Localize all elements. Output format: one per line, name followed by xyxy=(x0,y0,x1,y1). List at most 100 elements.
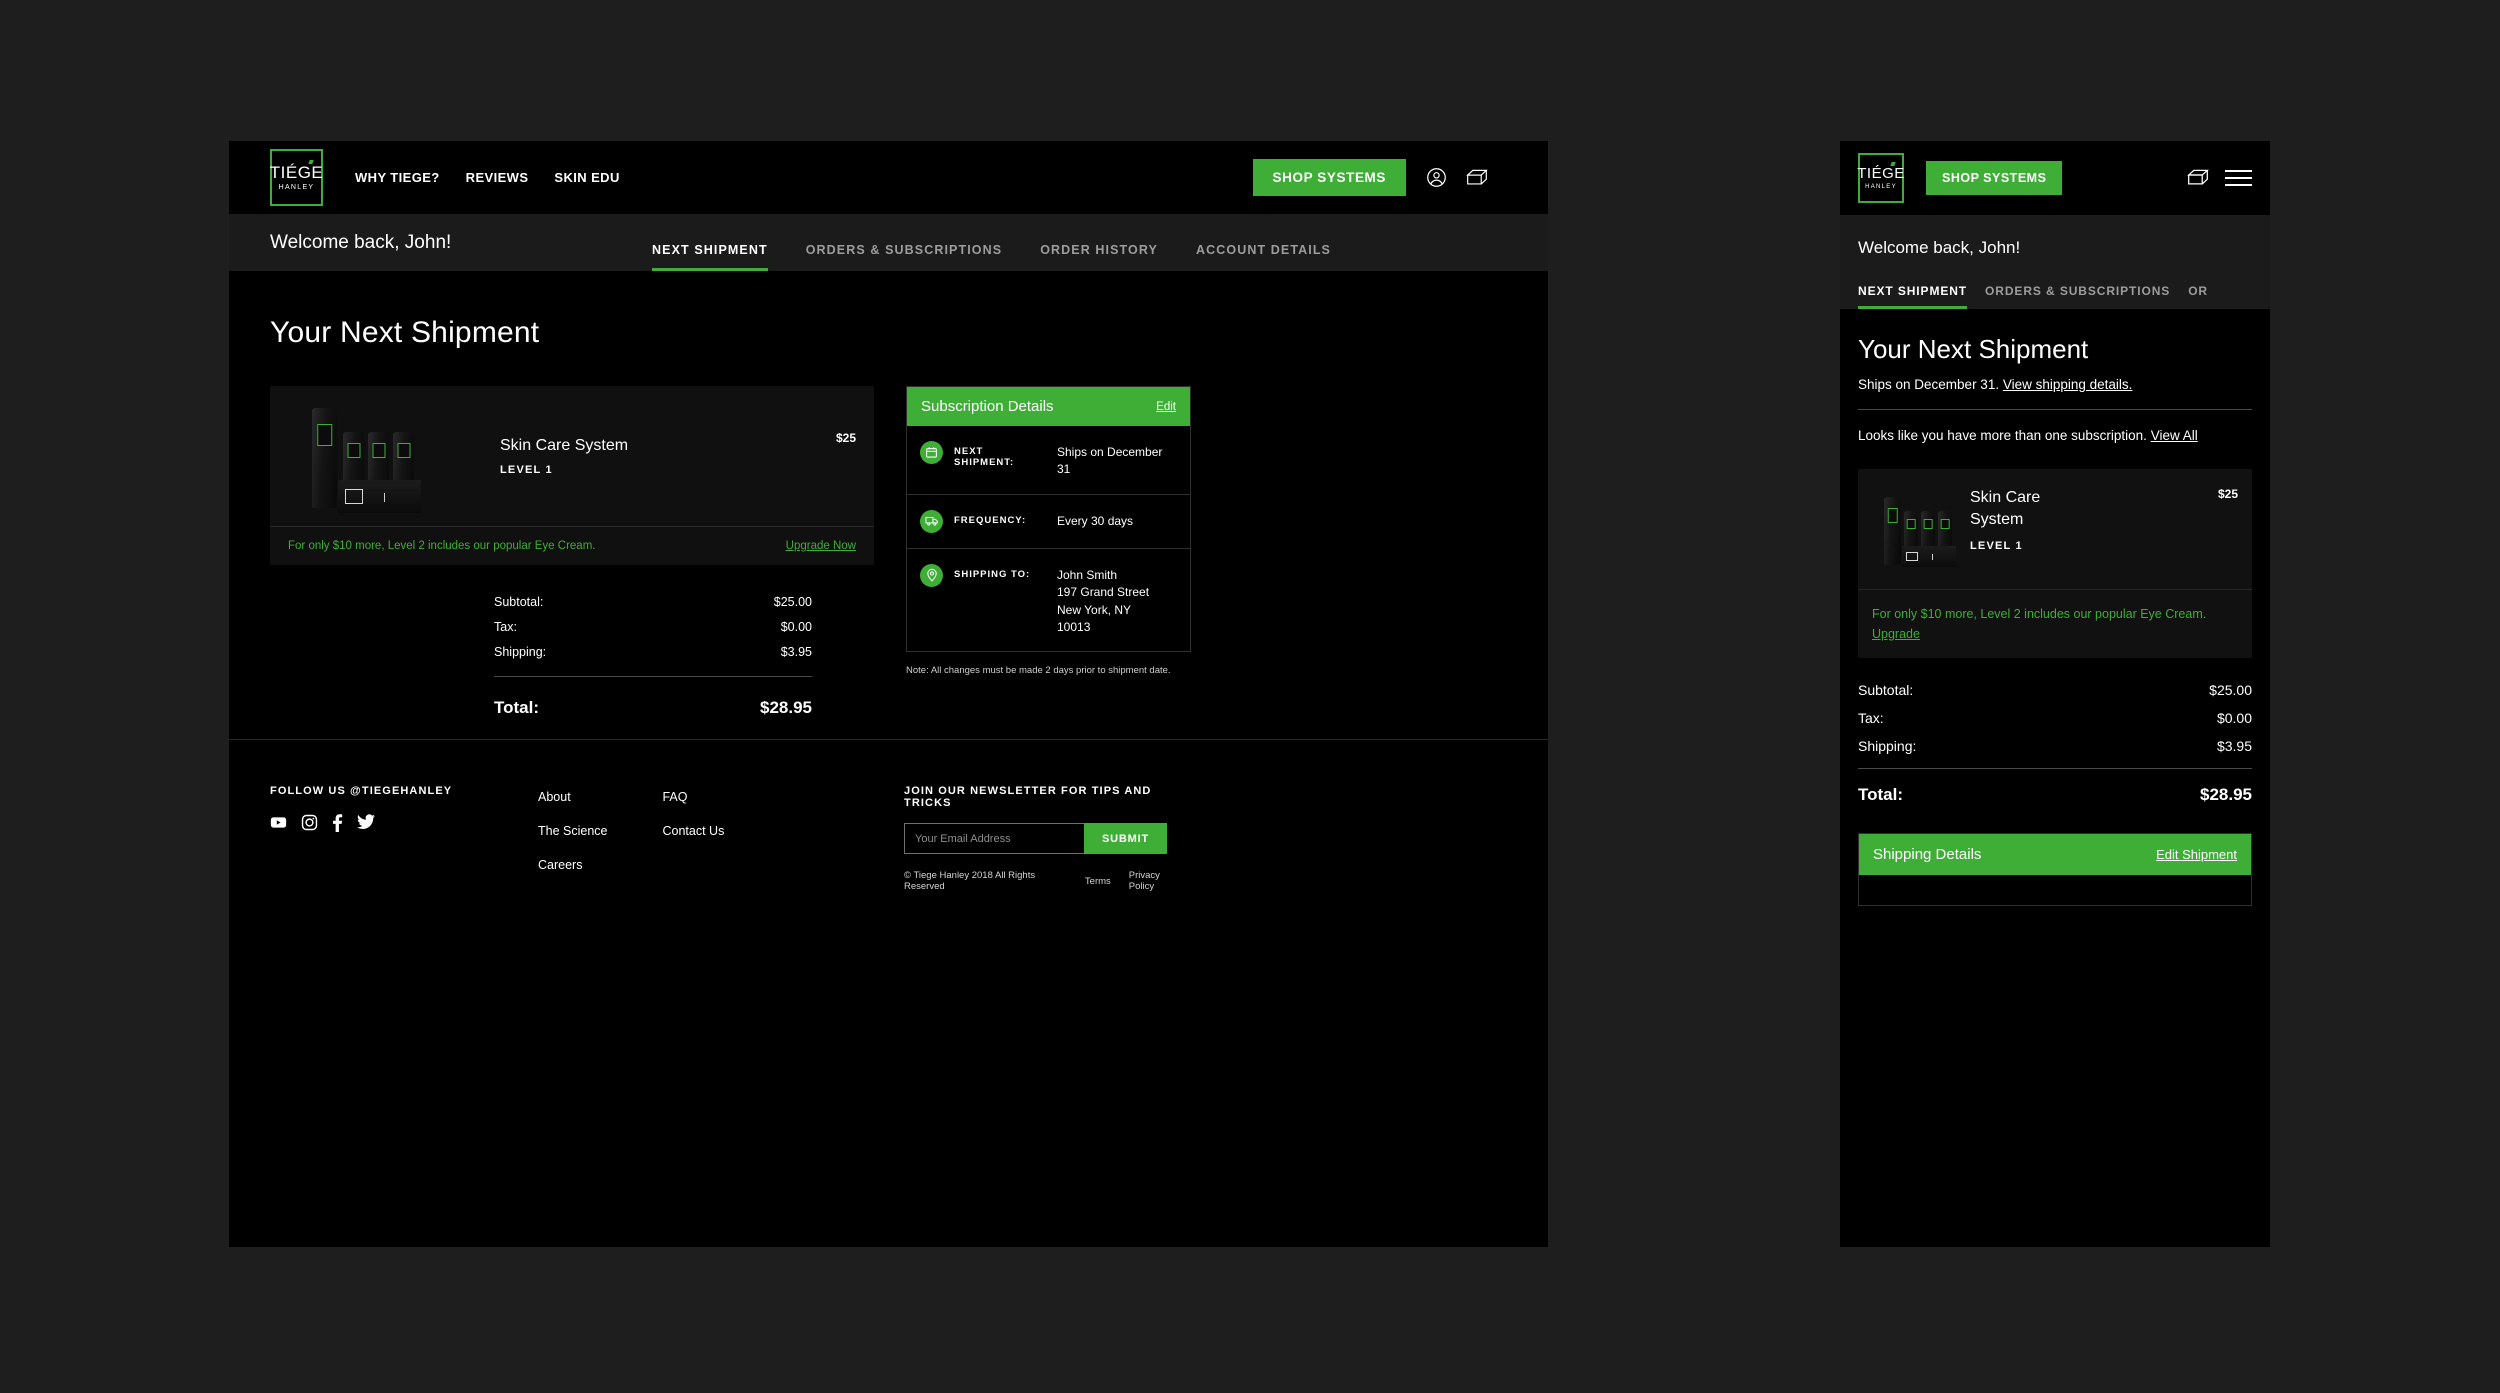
footer-links-column-2: FAQ Contact Us xyxy=(662,788,724,892)
upsell-text: For only $10 more, Level 2 includes our … xyxy=(288,540,596,552)
privacy-policy-link[interactable]: Privacy Policy xyxy=(1129,870,1184,892)
totals-row-subtotal: Subtotal: $25.00 xyxy=(494,595,812,609)
submit-button[interactable]: SUBMIT xyxy=(1084,823,1167,854)
terms-link[interactable]: Terms xyxy=(1085,876,1111,887)
mobile-totals-divider xyxy=(1858,767,2252,769)
list-item: About xyxy=(538,788,607,806)
subscription-details-panel: Subscription Details Edit NEXT SHIPMENT: xyxy=(906,386,1191,653)
copyright-text: © Tiege Hanley 2018 All Rights Reserved xyxy=(904,870,1036,892)
account-subnav: Welcome back, John! NEXT SHIPMENT ORDERS… xyxy=(229,214,1548,271)
totals-divider xyxy=(494,676,812,677)
mobile-shipping-panel-body xyxy=(1859,874,2251,905)
list-item: Contact Us xyxy=(662,822,724,840)
footer-link-the-science[interactable]: The Science xyxy=(538,824,607,838)
subscription-row-frequency: FREQUENCY: Every 30 days xyxy=(907,495,1190,549)
hamburger-menu-icon[interactable] xyxy=(2225,170,2252,186)
facebook-icon[interactable] xyxy=(332,814,343,837)
nav-item-skin-edu[interactable]: SKIN EDU xyxy=(554,170,619,185)
edit-shipment-link[interactable]: Edit Shipment xyxy=(2156,847,2237,862)
view-all-link[interactable]: View All xyxy=(2151,428,2198,443)
mobile-tab-order-history-truncated[interactable]: OR xyxy=(2188,284,2208,309)
mobile-product-level: LEVEL 1 xyxy=(1970,540,2023,553)
nav-item-why-tiege[interactable]: WHY TIEGE? xyxy=(355,170,440,185)
mobile-upgrade-link[interactable]: Upgrade xyxy=(1872,627,1920,641)
mobile-ships-text: Ships on December 31. xyxy=(1858,377,2000,392)
account-icon[interactable] xyxy=(1425,167,1447,189)
nav-item-reviews[interactable]: REVIEWS xyxy=(466,170,529,185)
shipping-label: Shipping: xyxy=(494,645,547,659)
product-image xyxy=(270,396,500,516)
product-level: LEVEL 1 xyxy=(500,463,553,476)
footer-links: About The Science Careers FAQ Contact Us xyxy=(538,785,904,892)
mobile-brand-logo[interactable]: TIÉGE HANLEY xyxy=(1857,153,1904,203)
product-price: $25 xyxy=(835,431,856,445)
twitter-icon[interactable] xyxy=(357,814,375,837)
subscription-row-next-shipment: NEXT SHIPMENT: Ships on December 31 xyxy=(907,426,1190,495)
mobile-total-value: $28.95 xyxy=(2200,784,2252,804)
subscription-column: Subscription Details Edit NEXT SHIPMENT: xyxy=(906,386,1191,676)
list-item: Careers xyxy=(538,856,607,874)
shipping-to-label: SHIPPING TO: xyxy=(954,568,1031,580)
mobile-product-upsell: For only $10 more, Level 2 includes our … xyxy=(1858,588,2252,658)
totals-row-total: Total: $28.95 xyxy=(494,698,812,718)
list-item: The Science xyxy=(538,822,607,840)
footer-link-contact-us[interactable]: Contact Us xyxy=(662,824,724,838)
map-pin-icon xyxy=(920,563,943,587)
box-icon[interactable] xyxy=(1466,167,1488,189)
footer-newsletter: JOIN OUR NEWSLETTER FOR TIPS AND TRICKS … xyxy=(904,785,1184,892)
order-totals: Subtotal: $25.00 Tax: $0.00 Shipping: $3… xyxy=(494,595,812,718)
mobile-shipping-label: Shipping: xyxy=(1858,737,1917,754)
youtube-icon[interactable] xyxy=(270,814,287,837)
total-label: Total: xyxy=(494,698,540,717)
footer-social-icons xyxy=(270,814,538,837)
tab-order-history[interactable]: ORDER HISTORY xyxy=(1040,221,1158,271)
footer-links-column-1: About The Science Careers xyxy=(538,788,607,892)
footer-link-careers[interactable]: Careers xyxy=(538,858,582,872)
mobile-totals-row-tax: Tax: $0.00 xyxy=(1858,710,2252,726)
mobile-shipping-panel-title: Shipping Details xyxy=(1873,845,1982,863)
desktop-main-content: Your Next Shipment Skin Care System LEVE… xyxy=(229,271,1548,739)
edit-subscription-link[interactable]: Edit xyxy=(1156,401,1176,413)
desktop-footer: FOLLOW US @TIEGEHANLEY About The Science… xyxy=(229,739,1548,892)
product-card: Skin Care System LEVEL 1 $25 For only $1… xyxy=(270,386,874,565)
mobile-page-title: Your Next Shipment xyxy=(1858,334,2089,364)
mobile-subtotal-value: $25.00 xyxy=(2209,681,2252,698)
mobile-product-image xyxy=(1872,491,1960,567)
product-name: Skin Care System xyxy=(500,436,629,454)
mobile-totals-row-total: Total: $28.95 xyxy=(1858,785,2252,805)
mobile-tax-value: $0.00 xyxy=(2216,709,2252,726)
subtotal-label: Subtotal: xyxy=(494,595,544,609)
tab-orders-subscriptions[interactable]: ORDERS & SUBSCRIPTIONS xyxy=(806,221,1002,271)
page-title: Your Next Shipment xyxy=(270,316,540,349)
mobile-shop-systems-button[interactable]: SHOP SYSTEMS xyxy=(1926,161,2063,195)
tab-next-shipment[interactable]: NEXT SHIPMENT xyxy=(652,221,768,271)
mobile-subtotal-label: Subtotal: xyxy=(1858,681,1914,698)
mobile-product-card: Skin Care System LEVEL 1 $25 For only $1… xyxy=(1858,468,2252,658)
instagram-icon[interactable] xyxy=(301,814,318,837)
upgrade-now-link[interactable]: Upgrade Now xyxy=(786,540,856,552)
list-item: FAQ xyxy=(662,788,724,806)
next-shipment-value: Ships on December 31 xyxy=(1057,445,1163,477)
shipping-to-address: John Smith 197 Grand Street New York, NY… xyxy=(1057,567,1150,634)
shop-systems-button[interactable]: SHOP SYSTEMS xyxy=(1252,159,1406,196)
mobile-totals-row-shipping: Shipping: $3.95 xyxy=(1858,738,2252,754)
header-actions: SHOP SYSTEMS xyxy=(1252,159,1488,196)
email-field[interactable] xyxy=(904,823,1084,854)
view-shipping-details-link[interactable]: View shipping details. xyxy=(2003,377,2133,392)
totals-row-shipping: Shipping: $3.95 xyxy=(494,645,812,659)
tab-account-details[interactable]: ACCOUNT DETAILS xyxy=(1196,221,1331,271)
tax-value: $0.00 xyxy=(780,620,812,634)
mobile-tab-next-shipment[interactable]: NEXT SHIPMENT xyxy=(1858,284,1968,309)
content-columns: Skin Care System LEVEL 1 $25 For only $1… xyxy=(270,386,1507,729)
mobile-box-icon[interactable] xyxy=(2187,167,2209,189)
footer-social-heading: FOLLOW US @TIEGEHANLEY xyxy=(270,785,453,797)
mobile-divider xyxy=(1858,409,2252,410)
totals-row-tax: Tax: $0.00 xyxy=(494,620,812,634)
brand-logo[interactable]: TIÉGE HANLEY xyxy=(270,149,323,206)
footer-link-about[interactable]: About xyxy=(538,790,571,804)
desktop-mockup: TIÉGE HANLEY WHY TIEGE? REVIEWS SKIN EDU… xyxy=(229,141,1548,1247)
footer-link-faq[interactable]: FAQ xyxy=(662,790,687,804)
mobile-tab-orders-subscriptions[interactable]: ORDERS & SUBSCRIPTIONS xyxy=(1985,284,2170,309)
mobile-shipping-details-panel: Shipping Details Edit Shipment xyxy=(1858,832,2252,906)
desktop-header: TIÉGE HANLEY WHY TIEGE? REVIEWS SKIN EDU… xyxy=(229,141,1548,214)
